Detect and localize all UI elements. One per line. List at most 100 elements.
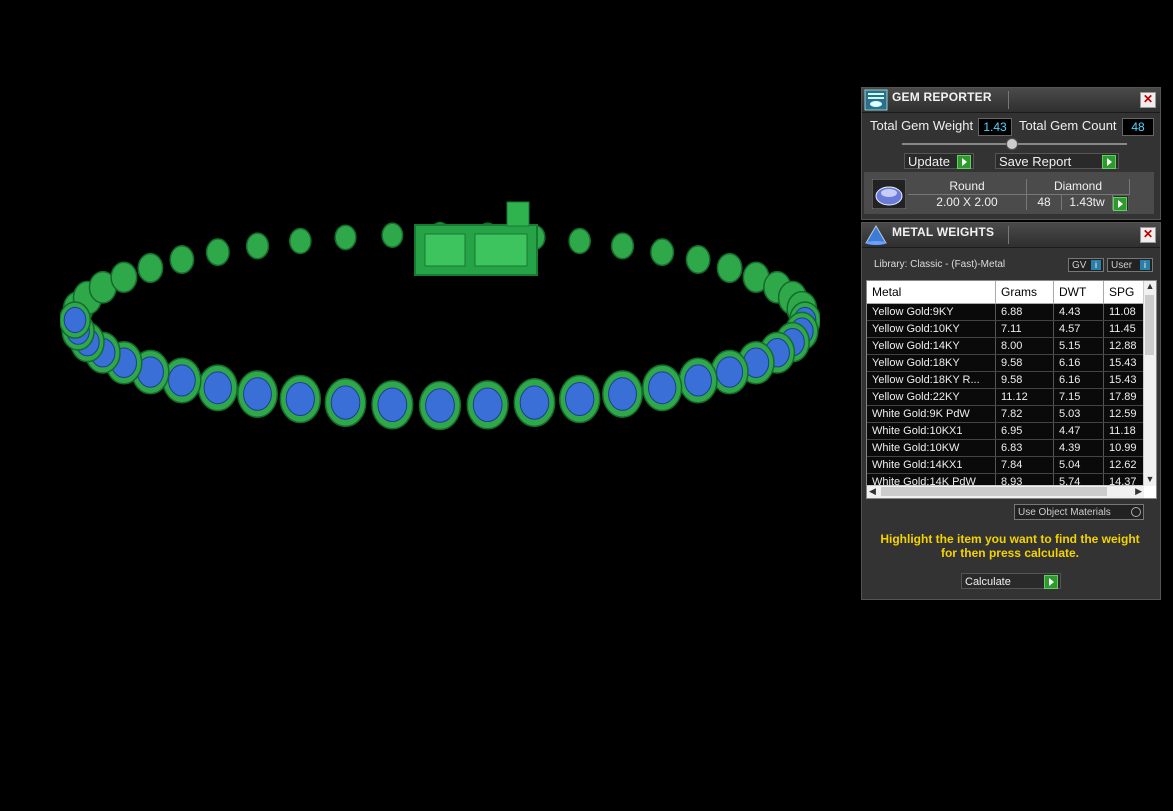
bezel-gem-link	[381, 222, 404, 249]
table-cell: 11.12	[996, 389, 1054, 405]
scroll-thumb[interactable]	[881, 487, 1107, 496]
update-button-label: Update	[908, 154, 950, 169]
table-cell: 9.58	[996, 372, 1054, 388]
table-cell: 6.95	[996, 423, 1054, 439]
library-label: Library: Classic - (Fast)-Metal	[874, 259, 1006, 270]
table-row[interactable]: Yellow Gold:22KY 11.12 7.15 17.89	[867, 389, 1144, 406]
table-row[interactable]: Yellow Gold:9KY 6.88 4.43 11.08	[867, 304, 1144, 321]
gem-reporter-panel: GEM REPORTER ✕ Total Gem Weight 1.43 Tot…	[861, 87, 1161, 220]
save-report-button-label: Save Report	[999, 154, 1072, 169]
table-cell: 11.18	[1104, 423, 1144, 439]
metal-weights-title: METAL WEIGHTS	[892, 225, 995, 239]
play-icon	[1113, 197, 1127, 211]
table-row[interactable]: White Gold:14KX1 7.84 5.04 12.62	[867, 457, 1144, 474]
table-row[interactable]: Yellow Gold:14KY 8.00 5.15 12.88	[867, 338, 1144, 355]
use-object-materials-toggle[interactable]: Use Object Materials	[1014, 504, 1144, 520]
instruction-text: Highlight the item you want to find the …	[880, 532, 1140, 560]
update-button[interactable]: Update	[904, 153, 974, 169]
info-icon: i	[1091, 260, 1101, 270]
play-icon	[957, 155, 971, 169]
close-icon[interactable]: ✕	[1140, 227, 1156, 243]
cone-icon	[865, 225, 887, 245]
scroll-down-icon[interactable]: ▼	[1145, 474, 1155, 486]
table-row[interactable]: Yellow Gold:18KY 9.58 6.16 15.43	[867, 355, 1144, 372]
bezel-gem-link	[245, 232, 270, 260]
table-row[interactable]: Yellow Gold:18KY R... 9.58 6.16 15.43	[867, 372, 1144, 389]
total-gem-count-value: 48	[1122, 118, 1154, 136]
total-gem-weight-label: Total Gem Weight	[870, 118, 974, 133]
scroll-up-icon[interactable]: ▲	[1145, 281, 1155, 293]
bezel-gem-link	[558, 374, 601, 424]
column-header-metal[interactable]: Metal	[867, 281, 996, 303]
column-header-grams[interactable]: Grams	[996, 281, 1054, 303]
table-cell: Yellow Gold:18KY	[867, 355, 996, 371]
table-cell: 5.03	[1054, 406, 1104, 422]
bezel-gem-link	[716, 252, 743, 284]
gem-reporter-title: GEM REPORTER	[892, 90, 992, 104]
bezel-gem-link	[197, 364, 238, 412]
table-cell: 10.99	[1104, 440, 1144, 456]
gem-weight: 1.43tw	[1062, 195, 1113, 210]
user-label: User	[1111, 260, 1133, 271]
table-cell: 4.39	[1054, 440, 1104, 456]
table-cell: 4.47	[1054, 423, 1104, 439]
table-body: Yellow Gold:9KY 6.88 4.43 11.08 Yellow Gold:…	[867, 304, 1144, 491]
bezel-gem-link	[642, 364, 683, 412]
scroll-left-icon[interactable]: ◀	[869, 486, 876, 497]
bezel-gem-link	[610, 232, 635, 260]
radio-icon	[1131, 507, 1141, 517]
scroll-right-icon[interactable]: ▶	[1135, 486, 1142, 497]
gem-reporter-titlebar[interactable]: GEM REPORTER ✕	[862, 88, 1160, 113]
round-gem-icon	[872, 179, 906, 209]
save-report-button[interactable]: Save Report	[995, 153, 1119, 169]
metal-weights-panel: METAL WEIGHTS ✕ Library: Classic - (Fast…	[861, 222, 1161, 600]
table-cell: 5.04	[1054, 457, 1104, 473]
table-cell: 6.88	[996, 304, 1054, 320]
bezel-gem-link	[110, 261, 138, 293]
table-row[interactable]: White Gold:10KW 6.83 4.39 10.99	[867, 440, 1144, 457]
scroll-thumb[interactable]	[1145, 295, 1154, 355]
table-cell: 4.57	[1054, 321, 1104, 337]
bezel-gem-link	[60, 301, 92, 339]
table-cell: 15.43	[1104, 372, 1144, 388]
gem-slider-handle[interactable]	[1006, 138, 1018, 150]
close-icon[interactable]: ✕	[1140, 92, 1156, 108]
bezel-gem-link	[466, 380, 509, 430]
vertical-scrollbar[interactable]: ▲ ▼	[1143, 281, 1156, 486]
title-divider	[1008, 226, 1009, 244]
table-cell: Yellow Gold:14KY	[867, 338, 996, 354]
3d-viewport[interactable]	[0, 0, 860, 811]
table-cell: 6.16	[1054, 355, 1104, 371]
info-icon: i	[1140, 260, 1150, 270]
bezel-gem-link	[602, 370, 643, 418]
gem-count: 48	[1027, 195, 1062, 210]
bezel-gem-link	[678, 357, 718, 404]
table-cell: 11.08	[1104, 304, 1144, 320]
user-toggle[interactable]: User i	[1107, 258, 1153, 272]
total-gem-weight-value: 1.43	[978, 118, 1012, 136]
calculate-button[interactable]: Calculate	[961, 573, 1061, 589]
play-icon	[1044, 575, 1058, 589]
table-row[interactable]: Yellow Gold:10KY 7.11 4.57 11.45	[867, 321, 1144, 338]
gv-toggle[interactable]: GV i	[1068, 258, 1104, 272]
table-cell: 4.43	[1054, 304, 1104, 320]
table-cell: 7.84	[996, 457, 1054, 473]
metal-weights-titlebar[interactable]: METAL WEIGHTS ✕	[862, 223, 1160, 248]
table-cell: White Gold:10KW	[867, 440, 996, 456]
bezel-gem-link	[237, 370, 278, 418]
table-row[interactable]: White Gold:10KX1 6.95 4.47 11.18	[867, 423, 1144, 440]
gem-go-button[interactable]	[1113, 195, 1129, 211]
gem-size: 2.00 X 2.00	[908, 195, 1027, 210]
metal-weights-table[interactable]: Metal Grams DWT SPG Yellow Gold:9KY 6.88 4…	[866, 280, 1157, 499]
table-cell: 12.88	[1104, 338, 1144, 354]
table-cell: 7.15	[1054, 389, 1104, 405]
column-header-spg[interactable]: SPG	[1104, 281, 1144, 303]
table-cell: Yellow Gold:22KY	[867, 389, 996, 405]
table-row[interactable]: White Gold:9K PdW 7.82 5.03 12.59	[867, 406, 1144, 423]
table-cell: 12.59	[1104, 406, 1144, 422]
gem-list-item[interactable]: Round Diamond 2.00 X 2.00 48 1.43tw	[864, 172, 1154, 214]
bezel-gem-link	[650, 238, 675, 267]
horizontal-scrollbar[interactable]: ◀ ▶	[867, 485, 1144, 498]
column-header-dwt[interactable]: DWT	[1054, 281, 1104, 303]
bracelet-model[interactable]	[60, 190, 820, 450]
